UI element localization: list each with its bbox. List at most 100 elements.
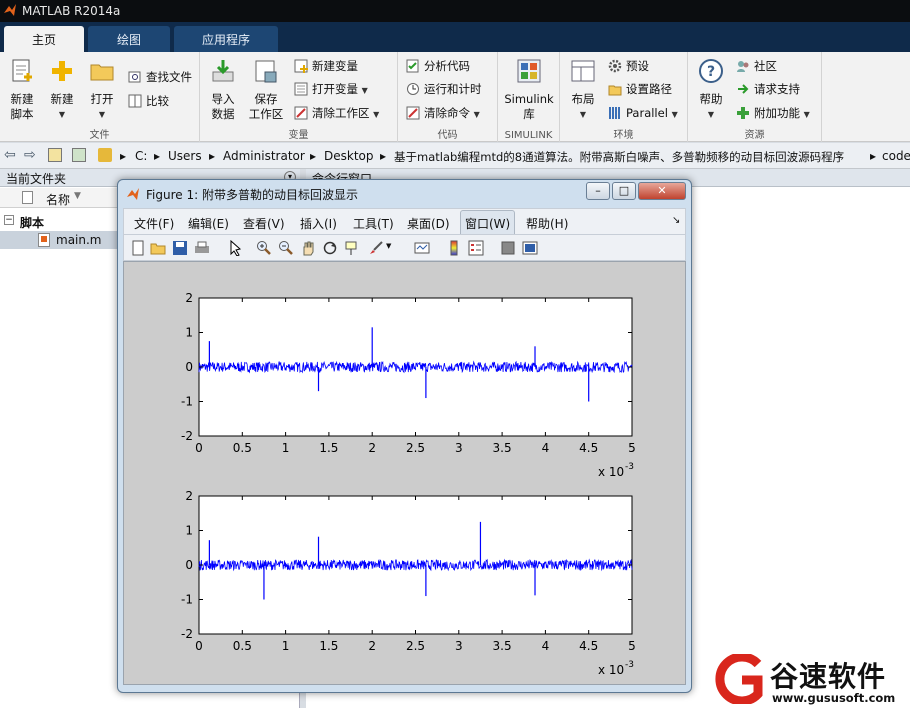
name-column-label: 名称 [46, 193, 71, 207]
up-folder-icon[interactable] [48, 148, 62, 162]
x-tick-label: 1 [282, 639, 290, 653]
dock-arrow-icon[interactable]: ↘ [672, 215, 680, 226]
menu-view[interactable]: 查看(V) [243, 215, 285, 232]
analyze-code-button[interactable]: 分析代码 [406, 57, 470, 75]
breadcrumb-item[interactable]: Users [168, 149, 202, 163]
clear-workspace-button[interactable]: 清除工作区 ▼ [294, 104, 379, 122]
community-button[interactable]: 社区 [736, 57, 777, 75]
y-tick-label: -2 [181, 627, 193, 641]
tab-home[interactable]: 主页 [4, 26, 84, 52]
open-variable-button[interactable]: 打开变量 ▼ [294, 80, 368, 98]
link-plot-icon[interactable] [414, 240, 430, 256]
resources-group-label: 资源 [744, 130, 765, 141]
plot-area[interactable]: 0 0.5 1 1.5 2 2.5 3 3.5 4 4.5 5-2-1012x 10 -30 0.5 1 1… [124, 262, 687, 686]
data-cursor-icon[interactable] [344, 240, 360, 256]
set-path-button[interactable]: 设置路径 [608, 80, 672, 98]
menu-window[interactable]: 窗口(W) [460, 210, 516, 237]
breadcrumb-item[interactable]: C: [135, 149, 147, 163]
print-icon[interactable] [194, 240, 210, 256]
new-variable-button[interactable]: 新建变量 [294, 57, 358, 75]
environment-group: 布局 ▼ 预设 设置路径 Parallel ▼ 环境 [560, 52, 688, 142]
zoom-out-icon[interactable] [278, 240, 294, 256]
title-bar: MATLAB R2014a [0, 0, 910, 22]
breadcrumb-item[interactable]: Desktop [324, 149, 374, 163]
close-button[interactable]: ✕ [638, 182, 686, 200]
save-icon[interactable] [172, 240, 188, 256]
window-title: MATLAB R2014a [22, 4, 121, 18]
menu-tools[interactable]: 工具(T) [353, 215, 394, 232]
new-button[interactable]: 新建 ▼ [46, 58, 78, 122]
new-script-button[interactable]: 新建 脚本 [6, 58, 38, 122]
request-support-button[interactable]: 请求支持 [736, 80, 800, 98]
open-variable-label: 打开变量 [312, 82, 358, 96]
new-variable-icon [294, 59, 308, 73]
save-workspace-button[interactable]: 保存 工作区 [246, 58, 286, 122]
clear-commands-button[interactable]: 清除命令 ▼ [406, 104, 480, 122]
environment-group-label: 环境 [613, 130, 634, 141]
colorbar-icon[interactable] [446, 240, 462, 256]
menu-insert[interactable]: 插入(I) [300, 215, 337, 232]
legend-icon[interactable] [468, 240, 484, 256]
x-tick-label: 5 [628, 441, 636, 455]
brush-icon[interactable] [368, 240, 384, 256]
layout-button[interactable]: 布局 ▼ [566, 58, 600, 122]
preferences-label: 预设 [626, 59, 649, 73]
collapse-icon[interactable]: − [4, 215, 14, 225]
open-file-icon[interactable] [150, 240, 166, 256]
hide-plot-tools-icon[interactable] [500, 240, 516, 256]
new-figure-icon[interactable] [130, 240, 146, 256]
tab-apps[interactable]: 应用程序 [174, 26, 278, 52]
breadcrumb-item[interactable]: Administrator [223, 149, 305, 163]
menu-file[interactable]: 文件(F) [134, 215, 174, 232]
preferences-button[interactable]: 预设 [608, 57, 649, 75]
clear-workspace-label: 清除工作区 [312, 106, 370, 120]
x-tick-label: 4 [542, 441, 550, 455]
import-data-button[interactable]: 导入 数据 [206, 58, 240, 122]
breadcrumb-item[interactable]: code [882, 149, 910, 163]
help-icon: ? [699, 59, 723, 83]
parallel-button[interactable]: Parallel ▼ [608, 104, 678, 122]
breadcrumb-separator: ▸ [154, 149, 161, 163]
gear-icon [608, 59, 622, 73]
rotate-3d-icon[interactable] [322, 240, 338, 256]
forward-arrow-icon[interactable]: ⇨ [24, 147, 36, 163]
show-plot-tools-icon[interactable] [522, 240, 538, 256]
find-files-button[interactable]: 查找文件 [128, 68, 192, 86]
addons-button[interactable]: 附加功能 ▼ [736, 104, 810, 122]
arrow-cursor-icon[interactable] [228, 240, 244, 256]
request-support-label: 请求支持 [754, 82, 800, 96]
save-workspace-icon [255, 60, 277, 83]
set-path-icon [608, 85, 622, 96]
pan-hand-icon[interactable] [300, 240, 316, 256]
run-and-time-button[interactable]: 运行和计时 [406, 80, 482, 98]
menu-edit[interactable]: 编辑(E) [188, 215, 229, 232]
open-button[interactable]: 打开 ▼ [86, 58, 118, 122]
maximize-button[interactable]: □ [612, 182, 636, 200]
figure-window[interactable]: Figure 1: 附带多普勒的动目标回波显示 – □ ✕ 文件(F) 编辑(E… [117, 179, 692, 693]
community-icon [737, 61, 749, 72]
x-tick-label: 3 [455, 441, 463, 455]
resources-group: ? 帮助 ▼ 社区 请求支持 附加功能 ▼ 资源 [688, 52, 822, 142]
back-arrow-icon[interactable]: ⇦ [4, 147, 16, 163]
zoom-in-icon[interactable] [256, 240, 272, 256]
x-tick-label: 1 [282, 441, 290, 455]
community-label: 社区 [754, 59, 777, 73]
browse-folder-icon[interactable] [72, 148, 86, 162]
analyze-code-icon [406, 59, 419, 73]
tab-apps-label: 应用程序 [201, 33, 250, 47]
tab-plots[interactable]: 绘图 [88, 26, 170, 52]
menu-desktop[interactable]: 桌面(D) [407, 215, 450, 232]
request-support-icon [738, 84, 749, 94]
help-button[interactable]: ? 帮助 ▼ [694, 58, 728, 122]
variable-group-label: 变量 [288, 130, 309, 141]
minimize-button[interactable]: – [586, 182, 610, 200]
menu-help[interactable]: 帮助(H) [526, 215, 568, 232]
brush-dropdown-icon[interactable]: ▼ [386, 242, 402, 258]
simulink-library-button[interactable]: Simulink 库 [502, 58, 556, 122]
new-variable-label: 新建变量 [312, 59, 358, 73]
y-tick-label: 0 [185, 558, 193, 572]
x-tick-label: 5 [628, 639, 636, 653]
breadcrumb-item[interactable]: 基于matlab编程mtd的8通道算法。附带高斯白噪声、多普勒频移的动目标回波源… [394, 149, 864, 165]
figure-canvas[interactable]: 0 0.5 1 1.5 2 2.5 3 3.5 4 4.5 5 -2 -1 0 1 2 x 10 -3 0 0.5 1 1… [123, 261, 686, 685]
compare-button[interactable]: 比较 [128, 92, 169, 110]
